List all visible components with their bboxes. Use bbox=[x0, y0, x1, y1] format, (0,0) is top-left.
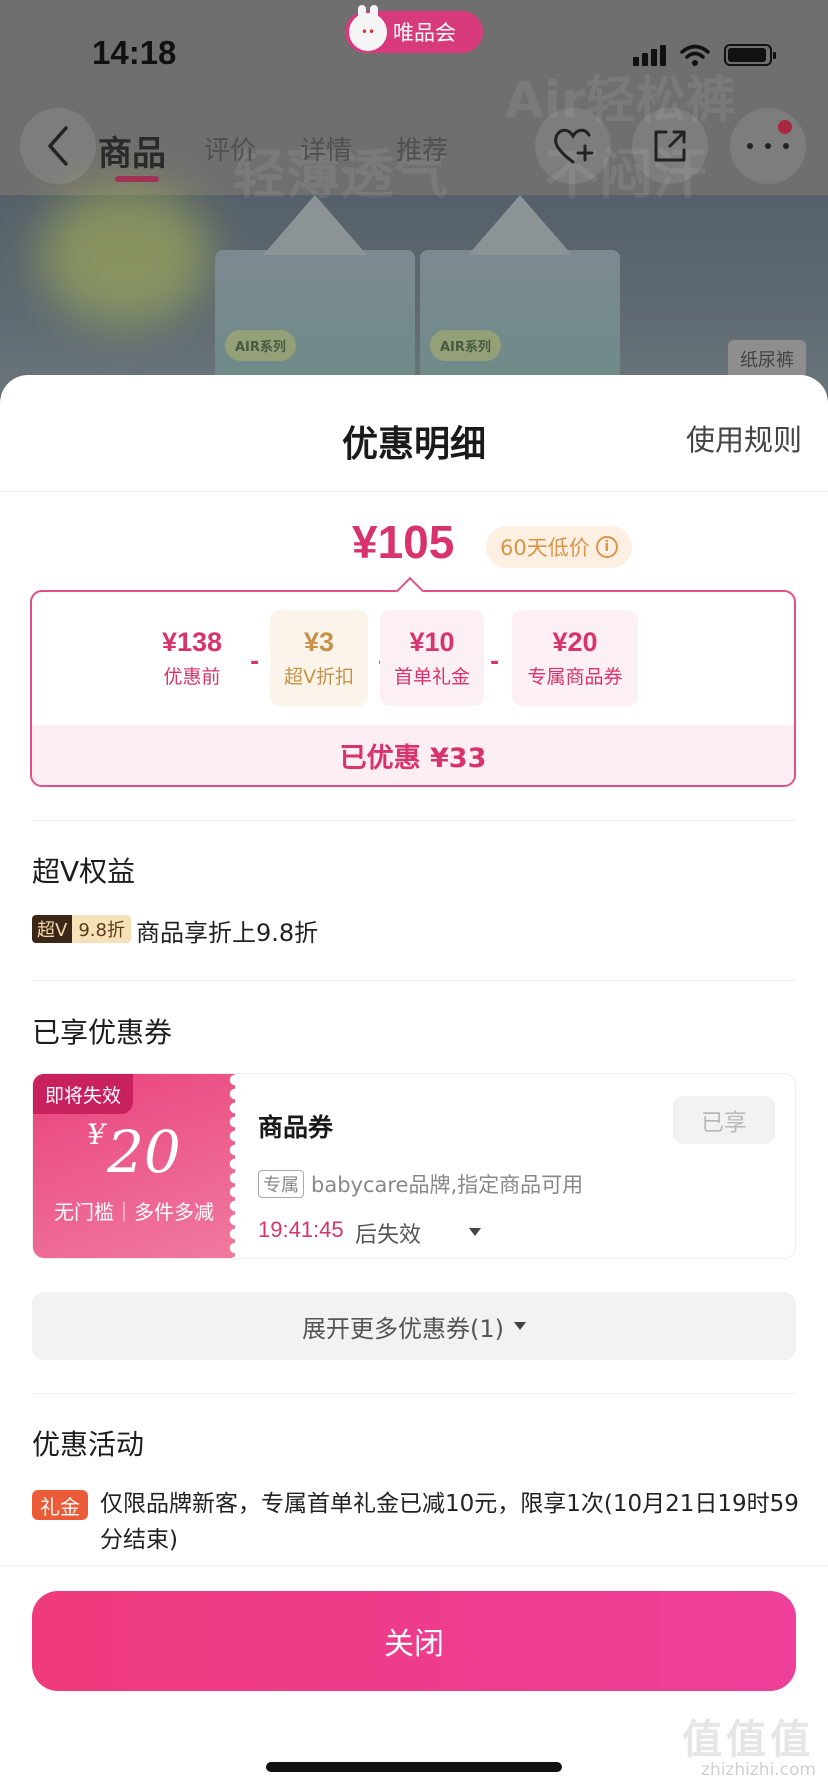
favorite-button[interactable] bbox=[535, 108, 611, 184]
battery-icon bbox=[724, 44, 776, 66]
mascot-icon: •• bbox=[349, 5, 387, 51]
notification-dot bbox=[778, 120, 792, 134]
status-time: 14:18 bbox=[92, 34, 177, 71]
coupon-name: 商品券 bbox=[258, 1113, 334, 1142]
activities-heading: 优惠活动 bbox=[32, 1428, 145, 1461]
rules-link[interactable]: 使用规则 bbox=[686, 417, 802, 459]
gift-tag: 礼金 bbox=[32, 1490, 88, 1520]
breakdown-label: 专属商品券 bbox=[527, 666, 623, 688]
divider bbox=[0, 1565, 828, 1566]
tab-details[interactable]: 详情 bbox=[300, 130, 352, 167]
back-arrow-icon bbox=[48, 126, 68, 166]
close-button[interactable]: 关闭 bbox=[32, 1591, 796, 1691]
coupon-value-panel: 即将失效 ¥20 无门槛｜多件多减 bbox=[33, 1074, 241, 1258]
expand-more-coupons-button[interactable]: 展开更多优惠券(1) bbox=[32, 1292, 796, 1360]
discount-details-sheet: 优惠明细 使用规则 ¥105 60天低价 i ¥138 优惠前 - ¥3 超V折… bbox=[0, 375, 828, 1792]
expand-label: 展开更多优惠券(1) bbox=[302, 1314, 504, 1343]
tab-reviews[interactable]: 评价 bbox=[204, 130, 256, 167]
final-price: ¥105 bbox=[352, 516, 455, 568]
super-v-badge-discount: 9.8折 bbox=[72, 915, 131, 943]
chevron-down-icon[interactable] bbox=[469, 1228, 481, 1236]
breakdown-amount: ¥20 bbox=[552, 627, 598, 657]
coupon-card[interactable]: 即将失效 ¥20 无门槛｜多件多减 商品券 已享 专属 babycare品牌,指… bbox=[32, 1073, 796, 1259]
chevron-down-icon bbox=[514, 1322, 526, 1330]
more-dots-icon bbox=[747, 143, 789, 149]
breakdown-super-v: ¥3 超V折扣 bbox=[270, 610, 368, 706]
super-v-badge: 超V 9.8折 bbox=[32, 915, 131, 943]
coupons-heading: 已享优惠券 bbox=[32, 1016, 173, 1049]
heart-plus-icon bbox=[554, 128, 594, 164]
exclusive-tag: 专属 bbox=[258, 1170, 304, 1198]
coupon-amount: ¥20 bbox=[33, 1118, 235, 1186]
share-icon bbox=[654, 130, 686, 162]
watermark-logo: 值值值 bbox=[682, 1717, 814, 1763]
coupon-expire-label[interactable]: 后失效 bbox=[355, 1217, 421, 1249]
coupon-currency: ¥ bbox=[87, 1118, 105, 1151]
status-icons bbox=[633, 44, 776, 66]
coupon-used-button[interactable]: 已享 bbox=[673, 1096, 775, 1144]
category-chip: 纸尿裤 bbox=[728, 340, 806, 378]
coupon-amount-value: 20 bbox=[107, 1118, 181, 1186]
super-v-heading: 超V权益 bbox=[32, 855, 136, 888]
share-button[interactable] bbox=[632, 108, 708, 184]
tab-product[interactable]: 商品 bbox=[98, 126, 166, 175]
tab-recommend[interactable]: 推荐 bbox=[396, 130, 448, 167]
coupon-perforation bbox=[229, 1074, 241, 1258]
low-price-label: 60天低价 bbox=[500, 536, 590, 560]
divider bbox=[32, 1393, 796, 1394]
expiring-tag: 即将失效 bbox=[33, 1074, 134, 1114]
super-v-text: 商品享折上9.8折 bbox=[136, 919, 319, 947]
app-name: 唯品会 bbox=[393, 21, 456, 45]
coupon-scope: babycare品牌,指定商品可用 bbox=[311, 1173, 584, 1197]
breakdown-label: 超V折扣 bbox=[284, 666, 354, 688]
watermark-url: zhizhizhi.com bbox=[701, 1760, 816, 1780]
app-pill[interactable]: •• 唯品会 bbox=[345, 5, 483, 53]
breakdown-notch bbox=[395, 576, 425, 606]
breakdown-first-order: ¥10 首单礼金 bbox=[380, 610, 484, 706]
wifi-icon bbox=[680, 44, 710, 66]
low-price-badge[interactable]: 60天低价 i bbox=[486, 526, 632, 568]
signal-icon bbox=[633, 44, 666, 66]
breakdown-amount: ¥138 bbox=[161, 627, 223, 657]
bag-tag: AIR系列 bbox=[430, 330, 501, 361]
home-indicator[interactable] bbox=[266, 1762, 562, 1772]
coupon-condition: 无门槛｜多件多减 bbox=[54, 1200, 214, 1224]
back-button[interactable] bbox=[20, 108, 96, 184]
price-breakdown: ¥138 优惠前 - ¥3 超V折扣 - ¥10 首单礼金 - ¥20 专属商品… bbox=[30, 576, 796, 787]
breakdown-original: ¥138 优惠前 bbox=[144, 610, 240, 706]
breakdown-coupon: ¥20 专属商品券 bbox=[512, 610, 638, 706]
breakdown-amount: ¥10 bbox=[409, 627, 455, 657]
bag-tag: AIR系列 bbox=[225, 330, 296, 361]
breakdown-label: 优惠前 bbox=[163, 666, 221, 688]
activity-description: 仅限品牌新客，专属首单礼金已减10元，限享1次(10月21日19时59分结束) bbox=[100, 1491, 799, 1553]
minus-sign: - bbox=[490, 650, 500, 675]
saved-total: 已优惠 ¥33 bbox=[32, 725, 794, 785]
info-icon: i bbox=[595, 536, 618, 558]
breakdown-label: 首单礼金 bbox=[393, 666, 470, 688]
minus-sign: - bbox=[250, 650, 260, 675]
tab-underline bbox=[115, 176, 159, 182]
more-button[interactable] bbox=[730, 108, 806, 184]
product-nav: 商品 评价 详情 推荐 bbox=[0, 108, 828, 184]
divider bbox=[0, 491, 828, 492]
coupon-countdown: 19:41:45 bbox=[258, 1217, 344, 1242]
super-v-badge-label: 超V bbox=[32, 915, 73, 943]
divider bbox=[32, 820, 796, 821]
divider bbox=[32, 980, 796, 981]
breakdown-amount: ¥3 bbox=[303, 627, 335, 657]
